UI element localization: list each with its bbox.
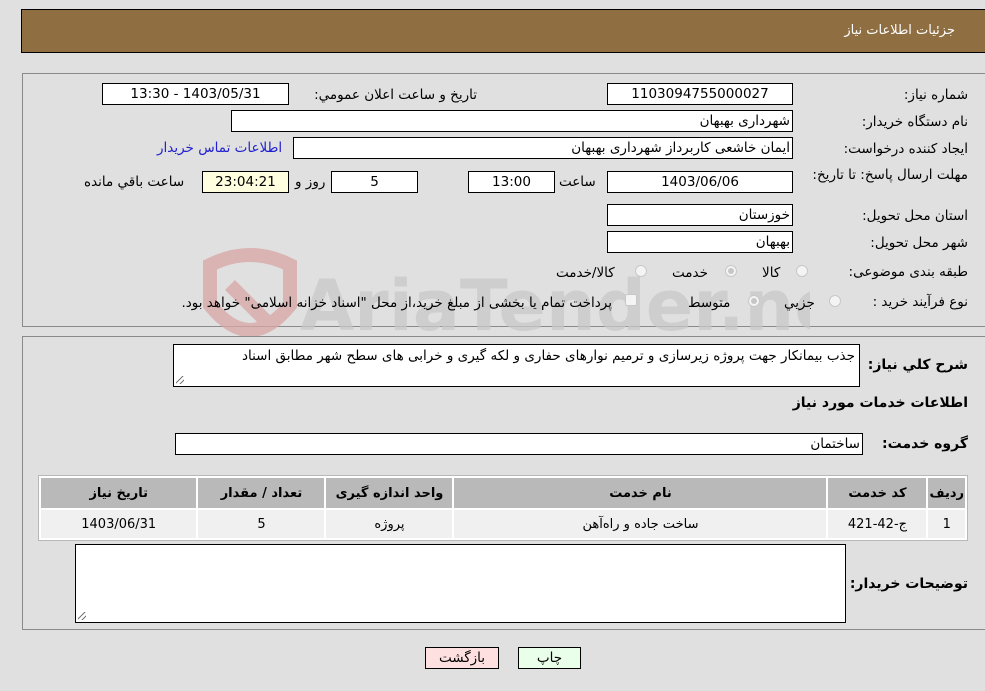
col-unit: واحد اندازه گیری [326, 478, 453, 508]
service-group-label: گروه خدمت: [882, 436, 968, 452]
service-group-field: ساختمان [175, 433, 863, 455]
page-title: جزئیات اطلاعات نیاز [844, 23, 955, 38]
days-label: روز و [295, 174, 326, 190]
buyer-contact-link[interactable]: اطلاعات تماس خریدار [157, 140, 282, 156]
remaining-days-field: 5 [331, 171, 418, 193]
treasury-checkbox[interactable] [625, 294, 637, 306]
col-quantity: تعداد / مقدار [198, 478, 325, 508]
print-button[interactable]: چاپ [518, 647, 581, 669]
cell-service-code: ج-42-421 [828, 510, 927, 538]
deadline-time-label: ساعت [559, 174, 596, 190]
col-service-name: نام خدمت [454, 478, 827, 508]
buyer-org-label: نام دستگاه خریدار: [861, 114, 968, 130]
category-radio-goods[interactable] [796, 265, 808, 277]
category-label: طبقه بندی موضوعی: [848, 264, 968, 280]
remaining-label: ساعت باقي مانده [84, 174, 185, 190]
requester-label: ایجاد کننده درخواست: [843, 141, 968, 157]
remaining-time-field: 23:04:21 [202, 171, 289, 193]
cell-row-number: 1 [928, 510, 965, 538]
table-header-row: ردیف کد خدمت نام خدمت واحد اندازه گیری ت… [41, 478, 965, 508]
back-button[interactable]: بازگشت [425, 647, 499, 669]
treasury-note: پرداخت تمام یا بخشی از مبلغ خرید،از محل … [181, 295, 612, 311]
services-table: ردیف کد خدمت نام خدمت واحد اندازه گیری ت… [38, 475, 968, 541]
cell-quantity: 5 [198, 510, 325, 538]
page-header: جزئیات اطلاعات نیاز [21, 9, 985, 53]
purchase-radio-medium[interactable] [748, 295, 760, 307]
need-number-field: 1103094755000027 [607, 83, 793, 105]
deadline-date-field: 1403/06/06 [607, 171, 793, 193]
cell-service-name: ساخت جاده و راه‌آهن [454, 510, 827, 538]
province-label: استان محل تحویل: [862, 208, 968, 224]
buyer-notes-label: توضیحات خریدار: [849, 576, 968, 592]
purchase-option-medium: متوسط [688, 295, 731, 311]
col-need-date: تاریخ نیاز [41, 478, 197, 508]
announce-datetime-label: تاریخ و ساعت اعلان عمومي: [314, 87, 477, 103]
category-radio-goods-service[interactable] [635, 265, 647, 277]
resize-handle-icon[interactable] [176, 376, 184, 384]
purchase-option-minor: جزیي [784, 295, 815, 311]
col-row-number: ردیف [928, 478, 965, 508]
cell-unit: پروژه [326, 510, 453, 538]
cell-need-date: 1403/06/31 [41, 510, 197, 538]
buyer-org-field: شهرداری بهبهان [231, 110, 793, 132]
resize-handle-icon[interactable] [78, 612, 86, 620]
requester-field: ایمان خاشعی کاربرداز شهرداری بهبهان [293, 137, 793, 159]
city-field: بهبهان [607, 231, 793, 253]
purchase-type-label: نوع فرآیند خرید : [872, 294, 968, 310]
services-heading: اطلاعات خدمات مورد نیاز [792, 395, 968, 411]
announce-datetime-field: 1403/05/31 - 13:30 [102, 83, 289, 105]
description-field[interactable]: جذب بیمانکار جهت پروژه زیرسازی و ترمیم ن… [173, 344, 860, 387]
col-service-code: کد خدمت [828, 478, 927, 508]
category-option-goods-service: کالا/خدمت [556, 265, 615, 281]
deadline-label: مهلت ارسال پاسخ: تا تاریخ: [812, 167, 968, 183]
buyer-notes-field[interactable] [75, 544, 846, 623]
category-option-service: خدمت [672, 265, 708, 281]
city-label: شهر محل تحویل: [870, 235, 968, 251]
purchase-radio-minor[interactable] [829, 295, 841, 307]
province-field: خوزستان [607, 204, 793, 226]
table-row: 1 ج-42-421 ساخت جاده و راه‌آهن پروژه 5 1… [41, 510, 965, 538]
description-label: شرح کلي نیاز: [867, 357, 968, 373]
description-text: جذب بیمانکار جهت پروژه زیرسازی و ترمیم ن… [241, 348, 855, 364]
deadline-time-field: 13:00 [468, 171, 555, 193]
category-radio-service[interactable] [725, 265, 737, 277]
category-option-goods: کالا [762, 265, 781, 281]
need-number-label: شماره نیاز: [903, 87, 968, 103]
